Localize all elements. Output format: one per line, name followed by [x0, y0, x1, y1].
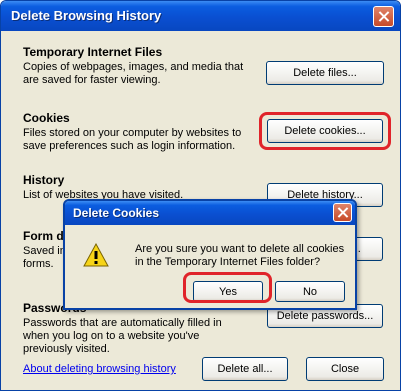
dialog-title: Delete Browsing History [11, 8, 162, 23]
history-section: History List of websites you have visite… [23, 173, 249, 202]
delete-files-button[interactable]: Delete files... [266, 61, 384, 85]
confirm-title: Delete Cookies [73, 206, 160, 220]
close-icon[interactable] [373, 6, 394, 27]
section-description: Copies of webpages, images, and media th… [23, 61, 244, 86]
cookies-highlight [259, 112, 391, 150]
confirm-titlebar: Delete Cookies [65, 201, 355, 225]
delete-all-button[interactable]: Delete all... [202, 357, 288, 381]
dialog-titlebar: Delete Browsing History [1, 1, 400, 31]
about-deleting-history-link[interactable]: About deleting browsing history [23, 363, 176, 375]
close-icon[interactable] [333, 203, 352, 222]
close-button[interactable]: Close [306, 357, 384, 381]
confirm-message: Are you sure you want to delete all cook… [135, 243, 345, 268]
section-heading: History [23, 173, 65, 187]
section-heading: Cookies [23, 111, 70, 125]
no-button[interactable]: No [275, 281, 345, 302]
section-description: Files stored on your computer by website… [23, 127, 242, 152]
cookies-section: Cookies Files stored on your computer by… [23, 111, 249, 153]
yes-highlight [183, 272, 272, 303]
temporary-files-section: Temporary Internet Files Copies of webpa… [23, 45, 249, 87]
section-description: Passwords that are automatically filled … [23, 317, 222, 355]
section-heading: Temporary Internet Files [23, 45, 163, 59]
warning-icon [83, 243, 109, 267]
delete-browsing-history-dialog: Delete Browsing History Temporary Intern… [0, 0, 401, 391]
